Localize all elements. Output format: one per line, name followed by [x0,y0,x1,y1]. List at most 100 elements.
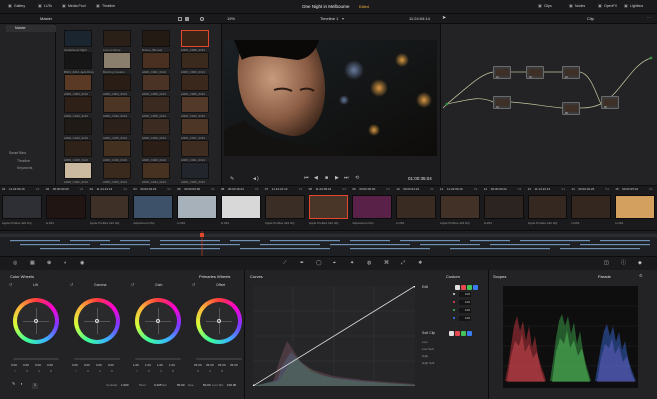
timeline-clip-thumbnail[interactable] [308,195,349,219]
reset-icon[interactable]: ↺ [70,283,73,287]
softclip-high-soft[interactable]: High Soft [422,362,434,365]
search-icon[interactable] [200,16,204,21]
wheel-master-slider[interactable] [13,358,59,360]
edit-value-y[interactable]: 100 [459,292,471,297]
color-wheel[interactable] [13,298,59,344]
media-thumbnail[interactable] [181,140,209,157]
scopes-mode-selector[interactable]: Parade [598,275,611,279]
timeline-clip-thumbnail[interactable] [221,195,261,219]
media-thumbnail[interactable] [142,30,170,47]
node-06[interactable]: 06 [601,96,619,109]
edit-row-y[interactable] [453,293,455,295]
smart-bin-keywords[interactable]: Keywords [17,166,32,171]
media-thumbnail[interactable] [103,140,131,157]
wheel-handle[interactable] [156,319,160,323]
media-thumbnail[interactable] [142,96,170,113]
tracker-icon[interactable]: ⌖ [333,261,336,266]
media-thumbnail[interactable] [142,118,170,135]
wheel-value[interactable]: 0.00 [47,364,53,367]
wheel-master-slider[interactable] [196,358,242,360]
wheel-value[interactable]: 0.00 [84,364,90,367]
color-match-icon[interactable]: ▦ [30,261,35,266]
node-04[interactable]: 04 [493,96,511,109]
scopes-settings-icon[interactable]: ⚙ [639,274,643,278]
media-thumbnail[interactable] [64,140,92,157]
softclip-swatch-green[interactable] [461,331,466,336]
edit-swatch-white[interactable] [455,285,460,290]
viewer-tool-icon[interactable]: ✎ [230,177,234,182]
wheel-value[interactable]: 0.00 [72,364,78,367]
timeline-clip-thumbnail[interactable] [483,195,524,219]
timeline-clip-thumbnail[interactable] [133,195,174,219]
media-thumbnail[interactable] [103,52,131,69]
wheel-value[interactable]: 0.00 [108,364,114,367]
timeline-clip-thumbnail[interactable] [571,195,612,219]
wheel-value[interactable]: 0.00 [11,364,17,367]
chevron-down-icon[interactable]: ▾ [342,16,344,21]
qualifier-icon[interactable]: ✒ [300,261,304,266]
media-thumbnail[interactable] [64,118,92,135]
blur-icon[interactable]: ◍ [367,261,371,266]
go-to-start-icon[interactable]: ⏮ [304,176,309,181]
timeline-clip-thumbnail[interactable] [615,195,655,219]
media-thumbnail[interactable] [181,96,209,113]
media-thumbnail[interactable] [64,162,92,179]
timeline-clip-thumbnail[interactable] [396,195,436,219]
reset-icon[interactable]: ↺ [9,283,12,287]
media-thumbnail[interactable] [181,162,209,179]
media-thumbnail[interactable] [142,162,170,179]
wheel-value[interactable]: 1.00 [133,364,139,367]
media-thumbnail[interactable] [64,52,92,69]
color-wheel[interactable] [74,298,120,344]
softclip-low-soft[interactable]: Low Soft [422,348,434,351]
zoom-level[interactable]: 19% [227,17,235,21]
wheel-value[interactable]: 0.00 [96,364,102,367]
node-03[interactable]: 03 [526,66,544,79]
go-to-end-icon[interactable]: ⏭ [344,176,349,181]
wheel-value[interactable]: 25.00 [230,364,238,367]
color-wheels-icon[interactable]: ⊕ [47,261,51,266]
node-01[interactable]: 01 [493,66,511,79]
timeline-clip-thumbnail[interactable] [352,195,393,219]
media-thumbnail[interactable] [142,140,170,157]
edit-swatch-red[interactable] [461,285,466,290]
more-options-icon[interactable]: ··· [647,16,651,20]
list-view-icon[interactable] [178,17,182,21]
wheel-value[interactable]: 25.00 [206,364,214,367]
wheel-value[interactable]: 0.00 [23,364,29,367]
keyframes-icon[interactable]: ◆ [638,261,642,266]
softclip-swatch-white[interactable] [449,331,454,336]
edit-swatch-green[interactable] [467,285,472,290]
wheel-value[interactable]: 1.00 [157,364,163,367]
media-thumbnail[interactable] [103,30,131,47]
camera-raw-icon[interactable]: ◎ [13,261,17,266]
reset-icon[interactable]: ↺ [192,283,195,287]
media-thumbnail[interactable] [103,74,131,91]
stop-icon[interactable]: ■ [325,176,328,181]
rewind-icon[interactable]: ◀ [314,176,318,181]
grid-view-icon[interactable] [185,17,189,21]
wheel-value[interactable]: 25.00 [194,364,202,367]
footer-value[interactable]: 100.00 [227,384,236,387]
smart-bin-timeline[interactable]: Timeline [17,159,30,164]
timeline-clip-thumbnail[interactable] [527,195,568,219]
curves-icon[interactable]: ⟋ [283,261,287,266]
edit-value-r[interactable]: 100 [459,300,471,305]
reset-icon[interactable]: ↺ [131,283,134,287]
3d-icon[interactable]: ❖ [418,261,422,266]
pointer-icon[interactable]: ➤ [442,16,446,21]
media-thumbnail[interactable] [181,118,209,135]
page-number-badge[interactable]: 1 [32,383,38,389]
window-icon[interactable]: ◯ [316,261,322,266]
media-thumbnail[interactable] [103,96,131,113]
edit-value-b[interactable]: 100 [459,316,471,321]
motion-effects-icon[interactable]: ◉ [80,261,84,266]
media-thumbnail[interactable] [64,74,92,91]
footer-value[interactable]: 50.00 [203,384,211,387]
media-thumbnail[interactable] [103,118,131,135]
edit-swatch-blue[interactable] [473,285,478,290]
media-thumbnail[interactable] [142,52,170,69]
curves-mode-selector[interactable]: Custom [446,275,460,279]
color-wheel[interactable] [196,298,242,344]
softclip-high[interactable]: High [422,355,428,358]
